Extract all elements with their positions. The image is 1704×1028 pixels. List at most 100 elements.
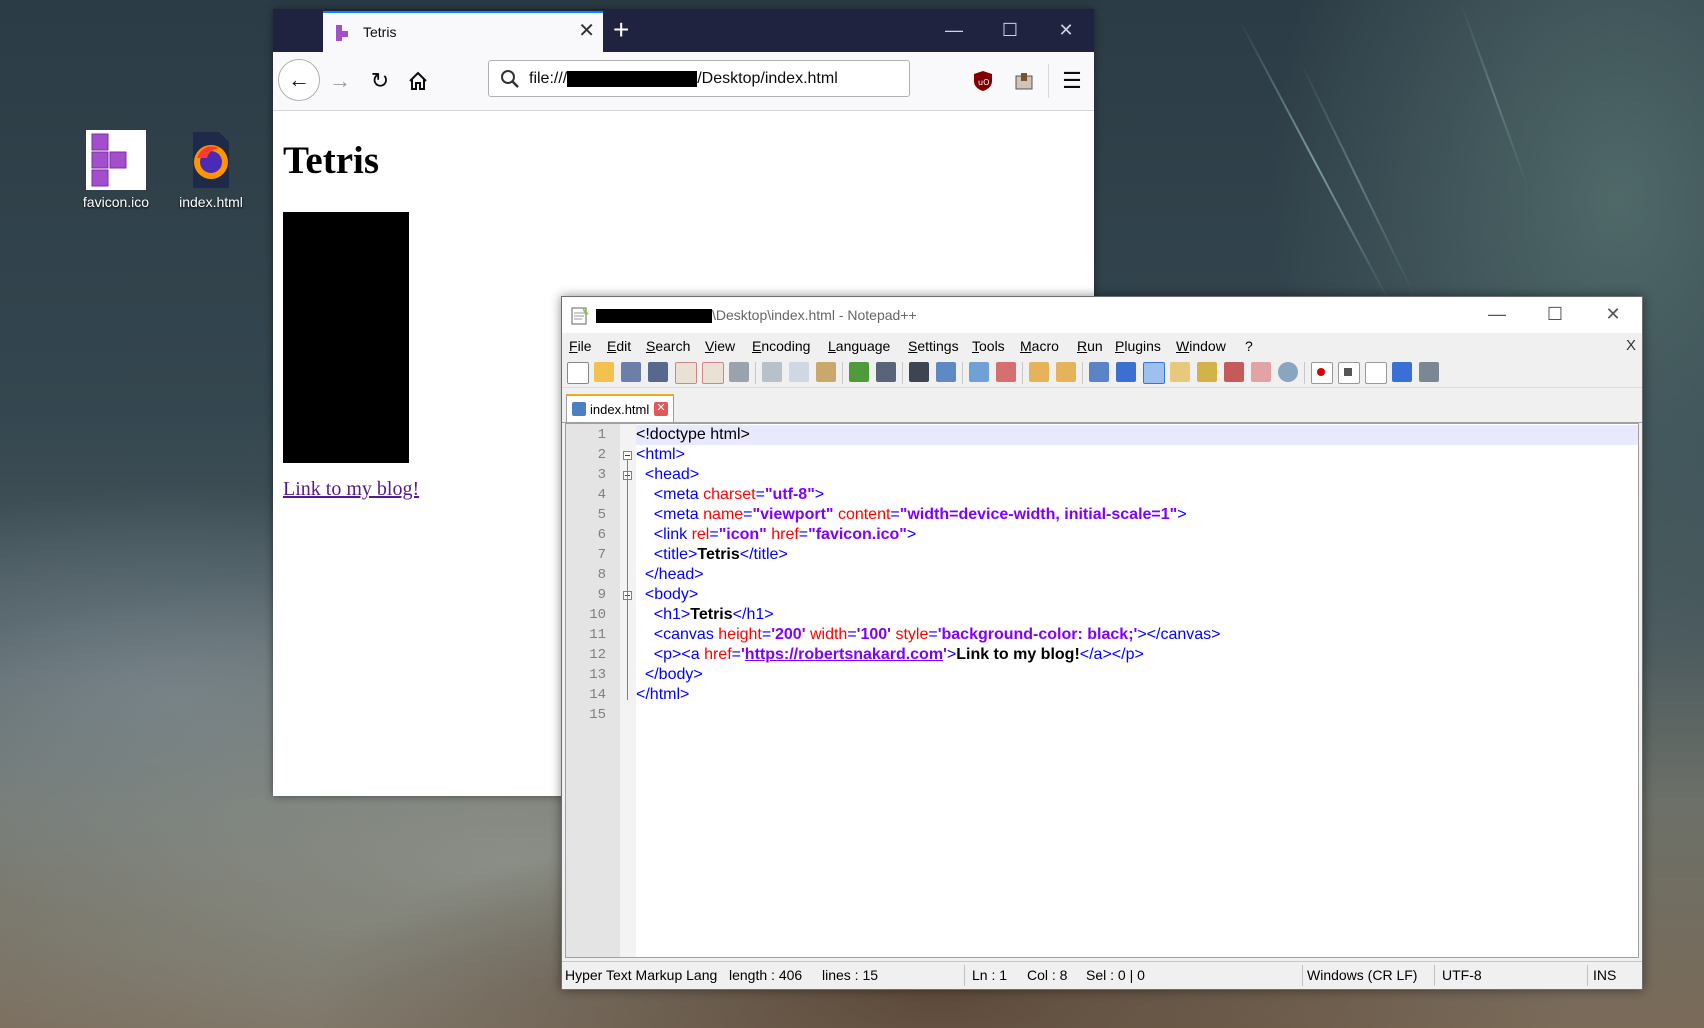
folder-as-workspace-icon[interactable] xyxy=(1251,362,1271,382)
status-language: Hyper Text Markup Lang xyxy=(565,967,718,983)
close-file-icon[interactable] xyxy=(675,362,697,384)
minimize-icon[interactable]: — xyxy=(926,9,982,52)
sync-vertical-icon[interactable] xyxy=(1029,362,1049,382)
save-icon[interactable] xyxy=(621,362,641,382)
menu-search[interactable]: Search xyxy=(646,338,690,354)
code-line[interactable]: <head> xyxy=(636,465,699,485)
desktop-icon-index-html[interactable]: index.html xyxy=(171,128,251,210)
stop-macro-icon[interactable] xyxy=(1338,362,1360,384)
menu-tools[interactable]: Tools xyxy=(972,338,1005,354)
doc-map-icon[interactable] xyxy=(1197,362,1217,382)
line-number: 4 xyxy=(597,487,606,503)
tetris-favicon-icon xyxy=(335,24,353,42)
ublock-icon[interactable]: uO xyxy=(966,64,1000,98)
code-line[interactable]: <html> xyxy=(636,445,685,465)
paste-icon[interactable] xyxy=(816,362,836,382)
close-document-button[interactable]: X xyxy=(1626,337,1636,354)
code-line[interactable]: <p><a href='https://robertsnakard.com'>L… xyxy=(636,645,1144,665)
menu-plugins[interactable]: Plugins xyxy=(1115,338,1161,354)
reload-icon[interactable]: ↻ xyxy=(363,64,397,98)
toolbar-separator xyxy=(1082,362,1083,384)
indent-guide-icon[interactable] xyxy=(1143,362,1165,384)
menu-macro[interactable]: Macro xyxy=(1020,338,1059,354)
line-number: 9 xyxy=(597,587,606,603)
close-all-icon[interactable] xyxy=(702,362,724,384)
code-link-token[interactable]: https://robertsnakard.com xyxy=(745,646,943,663)
code-editor[interactable]: 1 <!doctype html> 2 <html> 3 <head> 4 <meta c… xyxy=(565,423,1639,958)
code-line[interactable]: <title>Tetris</title> xyxy=(636,545,788,565)
run-macro-multiple-icon[interactable] xyxy=(1392,362,1412,382)
open-file-icon[interactable] xyxy=(594,362,614,382)
code-line[interactable]: </head> xyxy=(636,565,704,585)
menu-edit[interactable]: Edit xyxy=(607,338,631,354)
maximize-icon[interactable]: ☐ xyxy=(982,9,1038,52)
code-token: <head> xyxy=(644,466,700,483)
blog-link[interactable]: Link to my blog! xyxy=(283,478,419,501)
close-tab-icon[interactable]: ✕ xyxy=(578,21,595,41)
code-token: <title> xyxy=(653,546,698,563)
tetris-canvas[interactable] xyxy=(283,212,409,463)
menu-language[interactable]: Language xyxy=(828,338,890,354)
menu-run[interactable]: Run xyxy=(1077,338,1103,354)
fold-toggle-icon[interactable] xyxy=(623,451,632,460)
menu-window[interactable]: Window xyxy=(1176,338,1226,354)
url-bar[interactable]: file:////Desktop/index.html xyxy=(488,60,910,97)
code-line[interactable]: </body> xyxy=(636,665,703,685)
copy-icon[interactable] xyxy=(789,362,809,382)
close-window-icon[interactable]: ✕ xyxy=(1038,9,1094,52)
code-token: </a></p> xyxy=(1079,646,1144,663)
maximize-icon[interactable]: ☐ xyxy=(1526,297,1584,333)
extension-icon[interactable] xyxy=(1007,64,1041,98)
print-icon[interactable] xyxy=(729,362,749,382)
undo-icon[interactable] xyxy=(849,362,869,382)
hamburger-menu-icon[interactable]: ☰ xyxy=(1055,64,1089,98)
code-line[interactable]: <body> xyxy=(636,585,698,605)
menu-settings[interactable]: Settings xyxy=(908,338,959,354)
status-separator xyxy=(1434,965,1435,986)
find-icon[interactable] xyxy=(909,362,929,382)
menu-encoding[interactable]: Encoding xyxy=(752,338,810,354)
zoom-out-icon[interactable] xyxy=(996,362,1016,382)
udl-icon[interactable] xyxy=(1170,362,1190,382)
cut-icon[interactable] xyxy=(762,362,782,382)
menu-view[interactable]: View xyxy=(705,338,735,354)
code-line[interactable]: <meta name="viewport" content="width=dev… xyxy=(636,505,1187,525)
home-icon[interactable] xyxy=(401,64,435,98)
code-token: Tetris xyxy=(690,606,733,623)
line-number: 2 xyxy=(597,447,606,463)
sync-horizontal-icon[interactable] xyxy=(1056,362,1076,382)
code-token: '100' xyxy=(856,626,891,643)
code-line[interactable]: <h1>Tetris</h1> xyxy=(636,605,774,625)
forward-arrow-icon[interactable]: → xyxy=(323,64,357,98)
save-macro-icon[interactable] xyxy=(1419,362,1439,382)
code-line[interactable]: </html> xyxy=(636,685,689,705)
close-window-icon[interactable]: ✕ xyxy=(1584,297,1642,333)
minimize-icon[interactable]: — xyxy=(1468,297,1526,333)
play-macro-icon[interactable] xyxy=(1365,362,1387,384)
zoom-in-icon[interactable] xyxy=(969,362,989,382)
close-tab-icon[interactable]: ✕ xyxy=(654,402,668,416)
document-tab[interactable]: index.html ✕ xyxy=(566,394,674,422)
menu-help[interactable]: ? xyxy=(1245,338,1253,354)
new-file-icon[interactable] xyxy=(567,362,589,384)
code-line[interactable]: <link rel="icon" href="favicon.ico"> xyxy=(636,525,916,545)
save-all-icon[interactable] xyxy=(648,362,668,382)
replace-icon[interactable] xyxy=(936,362,956,382)
notepad-plus-plus-window: \Desktop\index.html - Notepad++ — ☐ ✕ Fi… xyxy=(561,296,1643,990)
show-all-characters-icon[interactable] xyxy=(1116,362,1136,382)
new-tab-icon[interactable]: + xyxy=(613,13,629,47)
menu-file[interactable]: File xyxy=(569,338,592,354)
back-arrow-icon[interactable]: ← xyxy=(278,59,320,101)
desktop-icon-favicon[interactable]: favicon.ico xyxy=(76,128,156,210)
word-wrap-icon[interactable] xyxy=(1089,362,1109,382)
monitoring-icon[interactable] xyxy=(1278,362,1298,382)
code-line[interactable]: <meta charset="utf-8"> xyxy=(636,485,824,505)
code-line[interactable]: <canvas height='200' width='100' style='… xyxy=(636,625,1221,645)
record-macro-icon[interactable] xyxy=(1311,362,1333,384)
code-line[interactable]: <!doctype html> xyxy=(636,425,1638,445)
browser-tab[interactable]: Tetris ✕ xyxy=(323,11,603,52)
redo-icon[interactable] xyxy=(876,362,896,382)
code-token: rel xyxy=(691,526,710,543)
function-list-icon[interactable] xyxy=(1224,362,1244,382)
